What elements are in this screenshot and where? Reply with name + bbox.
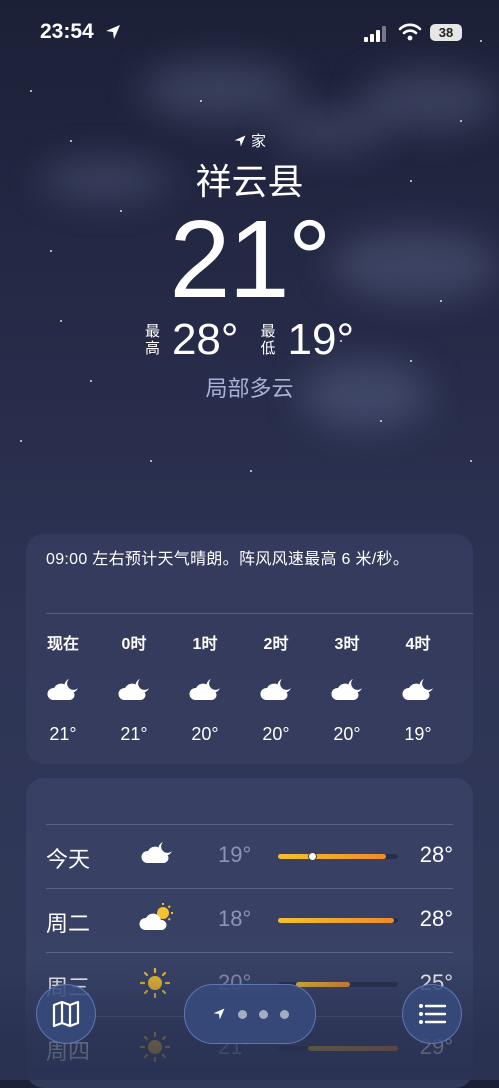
moon-cloud-icon: [99, 676, 169, 706]
moon-cloud-icon: [139, 839, 175, 872]
hour-temperature: 20°: [191, 724, 219, 744]
high-label-char-2: 高: [144, 340, 160, 357]
hour-temperature: 20°: [333, 724, 361, 744]
high-temperature: 28°: [171, 315, 239, 364]
location-arrow-icon: [234, 135, 246, 146]
low-label-char-2: 低: [260, 340, 276, 357]
hour-temperature: 19°: [404, 724, 432, 744]
day-name: 今天: [46, 847, 91, 872]
hour-temperature: 21°: [120, 724, 148, 744]
current-temp-marker: [307, 852, 317, 861]
location-arrow-icon: [106, 25, 120, 39]
high-label-char-1: 最: [144, 323, 160, 340]
day-row[interactable]: 周二 18° 28°: [46, 888, 453, 952]
home-label: 家: [250, 133, 266, 150]
temp-range-bar: [278, 918, 398, 923]
day-low-temp: 18°: [218, 906, 252, 931]
moon-cloud-icon: [383, 676, 453, 706]
page-indicator[interactable]: [184, 984, 316, 1044]
row-divider: [46, 888, 453, 889]
low-label: 最 低: [261, 323, 276, 357]
temp-range-fill: [278, 918, 395, 923]
moon-cloud-icon: [28, 676, 98, 706]
condition-text: 局部多云: [205, 376, 294, 401]
hour-item: 1时 20°: [170, 630, 240, 745]
cellular-signal-icon: [364, 26, 386, 42]
day-high-temp: 28°: [419, 906, 453, 931]
high-label: 最 高: [145, 323, 160, 357]
map-button[interactable]: [36, 984, 96, 1044]
page-dot[interactable]: [279, 1009, 289, 1019]
moon-cloud-icon: [312, 676, 382, 706]
moon-cloud-icon: [170, 676, 240, 706]
hour-item: 0时 21°: [99, 630, 169, 745]
day-high-temp: 28°: [419, 842, 453, 867]
current-temperature: 21°: [169, 198, 331, 321]
battery-indicator: 38: [430, 24, 462, 41]
hour-item: 2时 20°: [241, 630, 311, 745]
temp-range-bar: [278, 852, 398, 861]
hour-label: 2时: [263, 636, 289, 653]
home-location-row: 家: [0, 130, 499, 151]
page-dot[interactable]: [237, 1009, 247, 1019]
location-arrow-icon: [213, 1008, 224, 1020]
day-row[interactable]: 今天 19° 28°: [46, 824, 453, 888]
hour-label: 0时: [121, 636, 147, 653]
status-time: 23:54: [40, 20, 94, 43]
moon-cloud-icon: [241, 676, 311, 706]
map-icon: [52, 1000, 80, 1028]
sun-cloud-icon: [139, 903, 175, 938]
hour-temperature: 21°: [49, 724, 77, 744]
hour-label: 1时: [192, 636, 218, 653]
status-bar: 23:54 38: [0, 0, 499, 66]
city-list-button[interactable]: [402, 984, 462, 1044]
low-label-char-1: 最: [260, 323, 276, 340]
current-weather: 家 祥云县 21° 最 高 28° 最 低 19° 局部多云: [0, 130, 499, 403]
hourly-forecast-card[interactable]: 09:00 左右预计天气晴朗。阵风风速最高 6 米/秒。 现在 21° 0时 21° 1…: [26, 534, 473, 764]
high-low-row: 最 高 28° 最 低 19°: [0, 315, 499, 365]
card-divider: [46, 613, 473, 614]
hour-item: 3时 20°: [312, 630, 382, 745]
forecast-summary: 09:00 左右预计天气晴朗。阵风风速最高 6 米/秒。: [46, 551, 410, 568]
hour-label: 3时: [334, 636, 360, 653]
hour-temperature: 20°: [262, 724, 290, 744]
low-temperature: 19°: [287, 315, 355, 364]
temp-range-fill: [278, 854, 386, 859]
row-divider: [46, 824, 453, 825]
page-dot[interactable]: [258, 1009, 268, 1019]
hour-label: 现在: [46, 636, 79, 653]
list-icon: [419, 1004, 447, 1024]
hour-item: 4时 19°: [383, 630, 453, 745]
hour-label: 4时: [405, 636, 431, 653]
wifi-icon: [398, 23, 422, 41]
day-name: 周二: [46, 911, 91, 936]
day-low-temp: 19°: [218, 842, 252, 867]
hour-item: 现在 21°: [28, 630, 98, 745]
row-divider: [46, 952, 453, 953]
